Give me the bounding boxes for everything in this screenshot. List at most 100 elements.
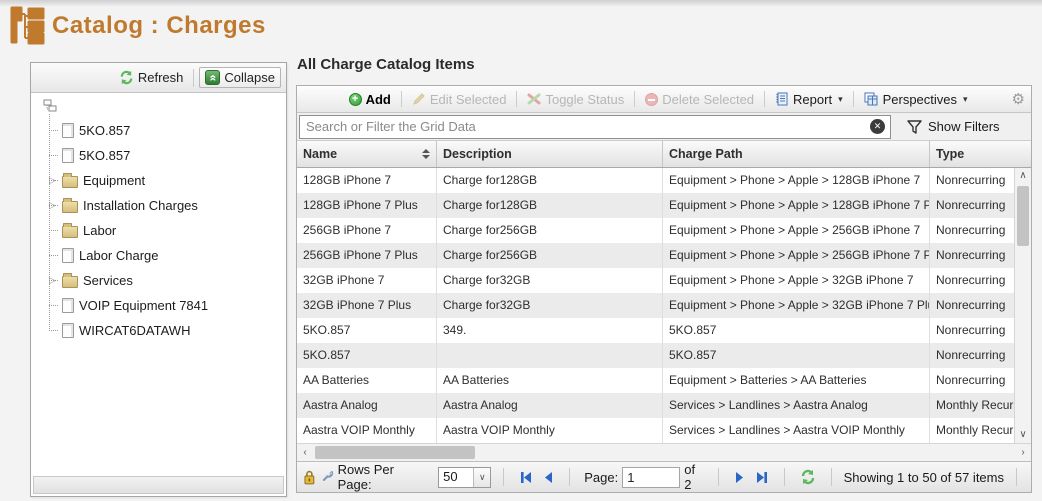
tree-toolbar: Refresh « Collapse bbox=[31, 63, 286, 93]
table-row[interactable]: 32GB iPhone 7 Charge for32GB Equipment >… bbox=[297, 268, 1014, 293]
perspectives-label: Perspectives bbox=[883, 92, 957, 107]
cell-name: 256GB iPhone 7 Plus bbox=[297, 243, 437, 268]
table-row[interactable]: 5KO.857 349. 5KO.857 Nonrecurring bbox=[297, 318, 1014, 343]
tree-footer-bar bbox=[33, 476, 284, 494]
cell-description bbox=[437, 343, 663, 368]
tree-item[interactable]: ▷ Labor bbox=[46, 218, 282, 243]
cell-description: Charge for32GB bbox=[437, 268, 663, 293]
next-page-button[interactable] bbox=[731, 471, 748, 484]
tree-refresh-button[interactable]: Refresh bbox=[114, 68, 189, 87]
perspectives-dropdown-button[interactable]: Perspectives ▾ bbox=[860, 91, 972, 108]
tree-item[interactable]: ▷ Installation Charges bbox=[46, 193, 282, 218]
page-number-input[interactable] bbox=[622, 467, 680, 488]
last-page-icon bbox=[755, 471, 769, 484]
tree-toolbar-separator bbox=[193, 69, 194, 87]
report-dropdown-button[interactable]: Report ▾ bbox=[771, 91, 847, 108]
cell-charge-path: Equipment > Phone > Apple > 256GB iPhone… bbox=[663, 218, 930, 243]
folder-icon bbox=[62, 226, 78, 238]
toggle-status-button[interactable]: Toggle Status bbox=[523, 91, 628, 108]
previous-page-button[interactable] bbox=[540, 471, 557, 484]
tree-item[interactable]: ▷ Labor Charge bbox=[46, 243, 282, 268]
filter-funnel-icon bbox=[907, 120, 922, 134]
delete-icon bbox=[645, 93, 658, 106]
cell-charge-path: Equipment > Batteries > AA Batteries bbox=[663, 368, 930, 393]
tree-root-icon[interactable] bbox=[43, 99, 282, 116]
pager-separator bbox=[1016, 468, 1017, 486]
file-icon bbox=[62, 148, 74, 163]
cell-type: Nonrecurring bbox=[930, 318, 1014, 343]
cell-type: Nonrecurring bbox=[930, 168, 1014, 193]
expander-icon[interactable]: ▷ bbox=[48, 200, 57, 211]
tree-item[interactable]: ▷ 5KO.857 bbox=[46, 118, 282, 143]
scroll-down-arrow[interactable]: ∨ bbox=[1015, 427, 1031, 443]
vertical-scroll-thumb[interactable] bbox=[1017, 186, 1029, 246]
column-header-name[interactable]: Name bbox=[297, 141, 437, 167]
delete-selected-button[interactable]: Delete Selected bbox=[641, 91, 758, 108]
cell-charge-path: Equipment > Phone > Apple > 128GB iPhone… bbox=[663, 193, 930, 218]
cell-charge-path: Equipment > Phone > Apple > 256GB iPhone… bbox=[663, 243, 930, 268]
tree-item[interactable]: ▷ Services bbox=[46, 268, 282, 293]
wrench-icon[interactable] bbox=[320, 470, 334, 484]
table-row[interactable]: Aastra VOIP Monthly Aastra VOIP Monthly … bbox=[297, 418, 1014, 443]
scroll-right-arrow[interactable]: › bbox=[1015, 444, 1031, 461]
tree-item-label: WIRCAT6DATAWH bbox=[79, 323, 190, 338]
collapse-icon: « bbox=[205, 70, 220, 85]
edit-selected-button[interactable]: Edit Selected bbox=[408, 91, 511, 108]
tree-item-label: 5KO.857 bbox=[79, 148, 130, 163]
tree-collapse-label: Collapse bbox=[224, 70, 275, 85]
expander-icon[interactable]: ▷ bbox=[48, 175, 57, 186]
horizontal-scroll-thumb[interactable] bbox=[315, 446, 475, 459]
first-page-button[interactable] bbox=[516, 471, 536, 484]
table-row[interactable]: 256GB iPhone 7 Charge for256GB Equipment… bbox=[297, 218, 1014, 243]
cell-name: 32GB iPhone 7 bbox=[297, 268, 437, 293]
table-row[interactable]: AA Batteries AA Batteries Equipment > Ba… bbox=[297, 368, 1014, 393]
vertical-scrollbar[interactable]: ∧ ∨ bbox=[1014, 168, 1031, 443]
add-button[interactable]: + Add bbox=[345, 91, 395, 108]
column-header-description[interactable]: Description bbox=[437, 141, 663, 167]
table-row[interactable]: 256GB iPhone 7 Plus Charge for256GB Equi… bbox=[297, 243, 1014, 268]
column-header-charge-path[interactable]: Charge Path bbox=[663, 141, 930, 167]
last-page-button[interactable] bbox=[752, 471, 772, 484]
table-row[interactable]: 128GB iPhone 7 Charge for128GB Equipment… bbox=[297, 168, 1014, 193]
tree-item[interactable]: ▷ 5KO.857 bbox=[46, 143, 282, 168]
expander-icon[interactable]: ▷ bbox=[48, 275, 57, 286]
file-icon bbox=[62, 248, 74, 263]
show-filters-button[interactable]: Show Filters bbox=[907, 119, 1000, 134]
table-row[interactable]: 128GB iPhone 7 Plus Charge for128GB Equi… bbox=[297, 193, 1014, 218]
pager-separator bbox=[569, 468, 570, 486]
tree-item-label: Installation Charges bbox=[83, 198, 198, 213]
horizontal-scroll-track[interactable] bbox=[313, 444, 1015, 461]
add-icon: + bbox=[349, 93, 362, 106]
scroll-up-arrow[interactable]: ∧ bbox=[1015, 168, 1031, 184]
horizontal-scrollbar[interactable]: ‹ › bbox=[297, 443, 1031, 461]
page-title: Catalog : Charges bbox=[52, 12, 266, 40]
tree-collapse-button[interactable]: « Collapse bbox=[199, 67, 281, 88]
tree-item[interactable]: ▷ VOIP Equipment 7841 bbox=[46, 293, 282, 318]
cell-charge-path: Services > Landlines > Aastra VOIP Month… bbox=[663, 418, 930, 443]
gear-icon[interactable]: ⚙ bbox=[1012, 92, 1025, 107]
rows-per-page-select[interactable]: 50 ∨ bbox=[438, 467, 491, 488]
table-row[interactable]: 32GB iPhone 7 Plus Charge for32GB Equipm… bbox=[297, 293, 1014, 318]
grid-refresh-button[interactable] bbox=[797, 469, 819, 485]
folder-icon bbox=[62, 276, 78, 288]
tree-item[interactable]: ▷ Equipment bbox=[46, 168, 282, 193]
vertical-scroll-track[interactable] bbox=[1015, 184, 1031, 427]
next-page-icon bbox=[734, 471, 745, 484]
column-header-type[interactable]: Type bbox=[930, 141, 1031, 167]
table-row[interactable]: Aastra Analog Aastra Analog Services > L… bbox=[297, 393, 1014, 418]
grid-search-row: ✕ Show Filters bbox=[297, 113, 1031, 141]
cell-name: 256GB iPhone 7 bbox=[297, 218, 437, 243]
tree-item-label: Labor Charge bbox=[79, 248, 159, 263]
table-row[interactable]: 5KO.857 5KO.857 Nonrecurring bbox=[297, 343, 1014, 368]
scroll-left-arrow[interactable]: ‹ bbox=[297, 444, 313, 461]
search-input[interactable] bbox=[299, 115, 891, 139]
clear-search-icon[interactable]: ✕ bbox=[870, 119, 885, 134]
report-icon bbox=[775, 92, 789, 106]
cell-description: Charge for256GB bbox=[437, 243, 663, 268]
folder-icon bbox=[62, 176, 78, 188]
tree-item[interactable]: ▷ WIRCAT6DATAWH bbox=[46, 318, 282, 343]
lock-icon[interactable] bbox=[303, 470, 316, 485]
cell-description: Aastra Analog bbox=[437, 393, 663, 418]
cell-description: Charge for256GB bbox=[437, 218, 663, 243]
cell-charge-path: Equipment > Phone > Apple > 32GB iPhone … bbox=[663, 293, 930, 318]
